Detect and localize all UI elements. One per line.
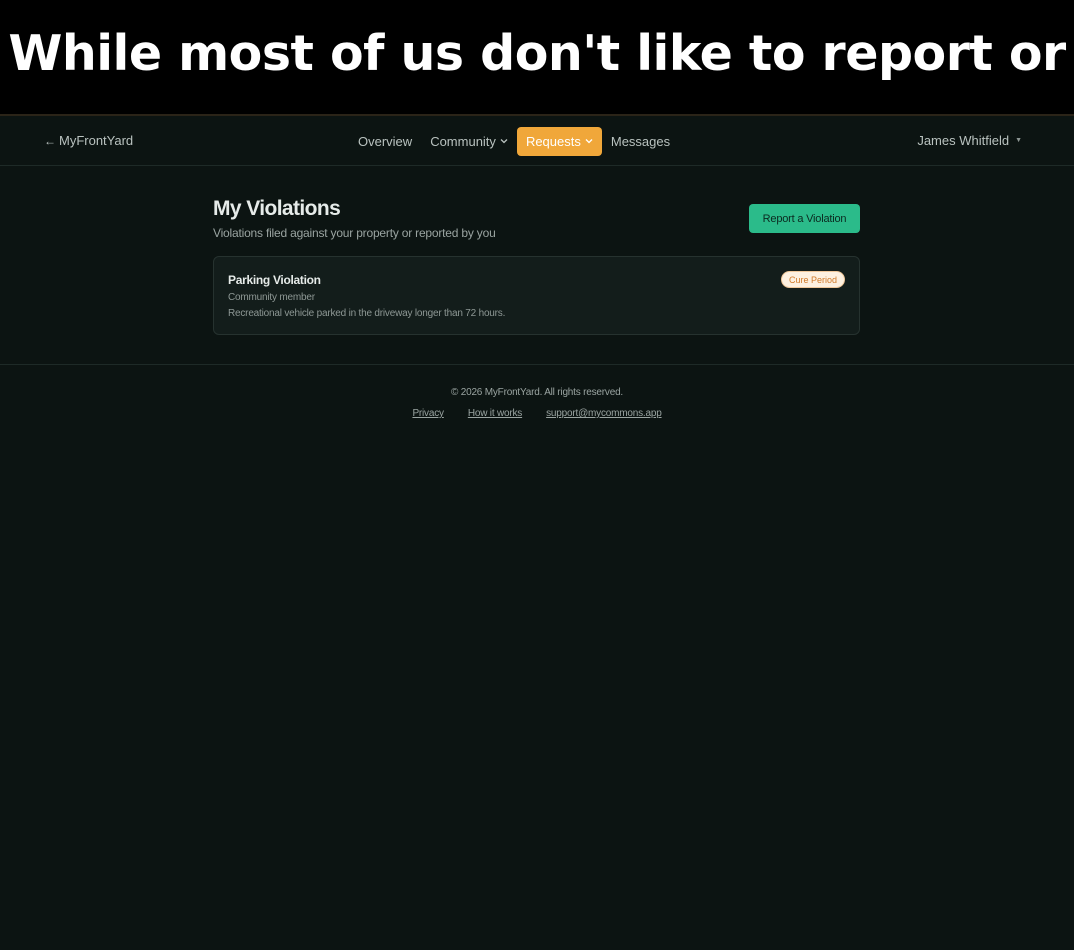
footer-link-privacy[interactable]: Privacy [412, 408, 444, 419]
arrow-left-icon: ← [44, 133, 56, 148]
back-link-label: MyFrontYard [59, 133, 134, 148]
back-link[interactable]: ← MyFrontYard [44, 133, 133, 148]
report-violation-button[interactable]: Report a Violation [749, 204, 860, 233]
footer-link-support-email[interactable]: support@mycommons.app [546, 408, 662, 419]
copyright-text: © 2026 MyFrontYard. All rights reserved. [450, 387, 624, 398]
chevron-down-icon [585, 137, 593, 146]
footer-link-how-it-works[interactable]: How it works [468, 408, 522, 419]
violation-reporter: Community member [228, 292, 315, 303]
caption-text: While most of us don't like to report or [8, 24, 1066, 82]
violation-card[interactable]: Parking Violation Community member Recre… [213, 256, 860, 335]
footer: © 2026 MyFrontYard. All rights reserved.… [0, 364, 1074, 419]
status-badge: Cure Period [780, 271, 845, 288]
footer-links: Privacy How it works support@mycommons.a… [0, 408, 1074, 419]
nav-item-label: Community [430, 134, 496, 149]
nav-item-community[interactable]: Community [421, 127, 517, 156]
nav-item-label: Overview [358, 134, 413, 149]
top-navbar: ← MyFrontYard Overview Community Request… [0, 116, 1074, 166]
nav-item-label: Messages [610, 134, 671, 149]
nav-item-overview[interactable]: Overview [349, 127, 421, 156]
chevron-down-icon [500, 137, 508, 146]
violation-description: Recreational vehicle parked in the drive… [228, 308, 506, 319]
caret-down-icon: ▼ [1015, 137, 1022, 144]
main-content: My Violations Violations filed against y… [213, 196, 860, 335]
main-nav: Overview Community Requests Messages [349, 127, 679, 156]
caption-band: While most of us don't like to report or [0, 0, 1074, 114]
nav-item-messages[interactable]: Messages [602, 127, 679, 156]
user-menu[interactable]: James Whitfield ▼ [917, 133, 1022, 148]
app-window: ← MyFrontYard Overview Community Request… [0, 114, 1074, 950]
nav-item-label: Requests [525, 134, 581, 149]
user-name: James Whitfield [917, 133, 1010, 148]
violation-title: Parking Violation [228, 273, 321, 287]
nav-item-requests[interactable]: Requests [516, 127, 602, 156]
